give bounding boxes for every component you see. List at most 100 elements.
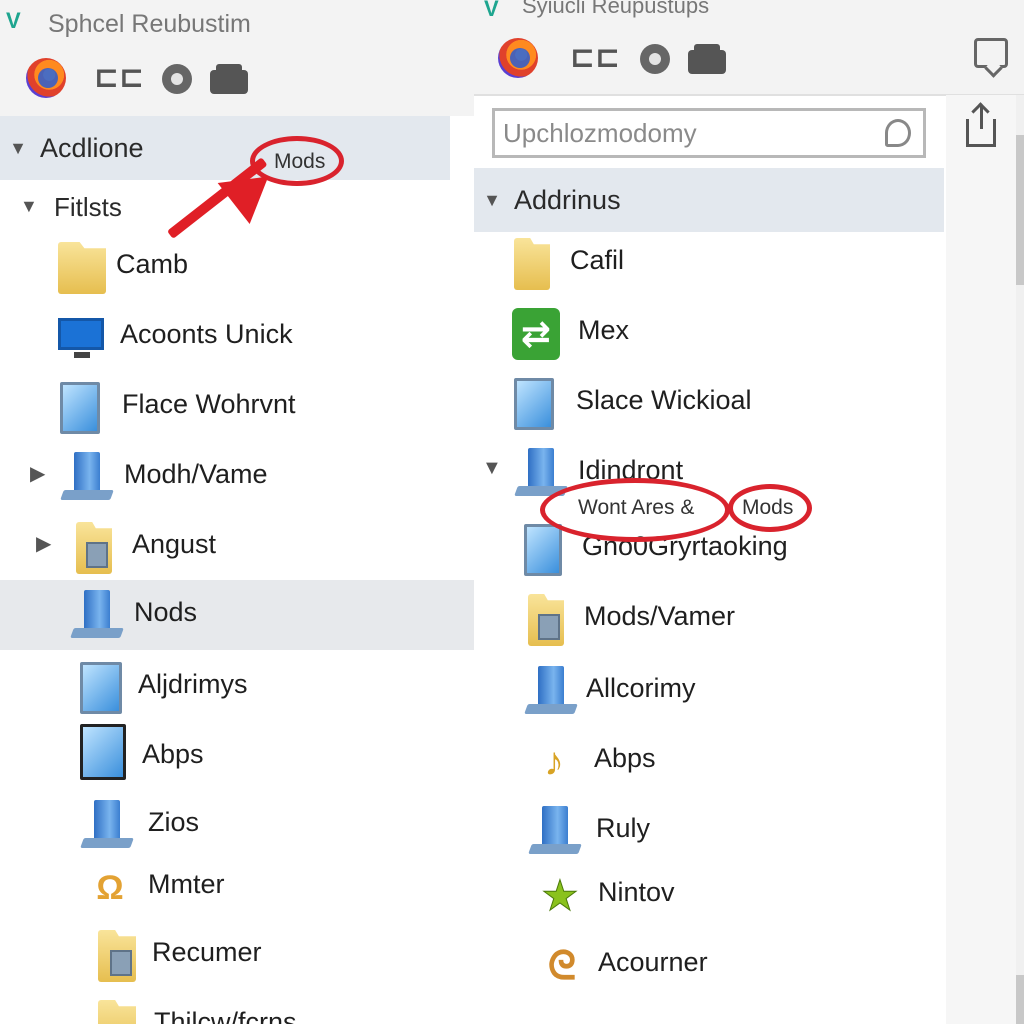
list-item-label: Acourner — [598, 947, 708, 977]
list-item[interactable]: Ω Mmter — [0, 852, 474, 922]
list-item[interactable]: Allcorimy — [474, 656, 944, 726]
folder-doc-icon — [528, 594, 564, 646]
annotation-label: Wont Ares & — [578, 496, 695, 519]
search-input[interactable] — [503, 117, 863, 149]
section-header[interactable]: ▼ Acdlione — [0, 116, 450, 180]
window-icon — [514, 378, 554, 430]
list-item[interactable]: Flace Wohrvnt — [0, 372, 474, 442]
share-icon[interactable] — [966, 105, 996, 147]
window-icon — [60, 382, 100, 434]
search-icon[interactable] — [885, 119, 911, 147]
list-item[interactable]: Acoonts Unick — [0, 302, 474, 372]
toolbar: ⊏⊏ — [0, 44, 474, 116]
folder-icon — [98, 1000, 136, 1024]
window-title: Sphcel Reubustim — [48, 10, 251, 38]
close-icon[interactable]: ✕ — [994, 0, 1014, 5]
app-logo-icon: V — [484, 0, 499, 21]
section-header-label: Acdlione — [40, 132, 144, 163]
left-window: V Sphcel Reubustim ⊏⊏ ▼ Acdlione ▼ Fitls… — [0, 0, 474, 1024]
search-box[interactable] — [492, 108, 926, 158]
folder-doc-icon — [76, 522, 112, 574]
firefox-icon[interactable] — [498, 38, 538, 78]
list-item-label: Slace Wickioal — [576, 385, 752, 415]
toolbar: ⊏⊏ — [474, 38, 1024, 96]
annotation-label: Mods — [274, 150, 326, 173]
group-caret-icon[interactable]: ▼ — [20, 196, 38, 217]
list-item[interactable]: Aljdrimys — [0, 652, 474, 722]
window-controls: — ▫ ✕ — [910, 0, 1014, 5]
list-item-label: Mmter — [148, 869, 225, 899]
list-item-label: Ruly — [596, 813, 651, 843]
tools-icon[interactable]: ⊏⊏ — [94, 58, 144, 98]
list-item[interactable]: Cafil — [474, 228, 944, 298]
expand-arrow-icon[interactable]: ▶ — [36, 531, 51, 556]
plugin-icon[interactable] — [688, 44, 726, 74]
list-item[interactable]: Thilcw/fcrns — [0, 990, 474, 1024]
chat-icon[interactable] — [974, 38, 1008, 68]
right-window: V Syiucli Reupustups — ▫ ✕ ⊏⊏ ▼ Addrinus… — [474, 0, 1024, 1024]
monitor-icon — [58, 312, 106, 364]
list-item[interactable]: Recumer — [0, 920, 474, 990]
list-item[interactable]: Slace Wickioal — [474, 368, 944, 438]
server-icon — [70, 590, 124, 642]
green-arrows-icon: ⇄ — [512, 308, 560, 360]
list-item[interactable]: ▶ Angust — [0, 512, 474, 582]
minimize-icon[interactable]: — — [910, 0, 932, 5]
side-panel — [946, 95, 1024, 1024]
collapse-caret-icon[interactable]: ▼ — [4, 138, 32, 159]
list-item-label: Abps — [142, 739, 204, 769]
folder-icon — [58, 242, 106, 294]
list-item-label: Mods/Vamer — [584, 601, 736, 631]
scrollbar-thumb[interactable] — [1016, 135, 1024, 285]
list-item[interactable]: ♪ Abps — [474, 726, 944, 796]
title-bar: V Sphcel Reubustim — [0, 0, 474, 44]
tools-icon[interactable]: ⊏⊏ — [570, 38, 620, 78]
list-item-label: Camb — [116, 249, 189, 279]
list-item[interactable]: ★ Nintov — [474, 860, 944, 930]
list-item-label: Flace Wohrvnt — [122, 389, 296, 419]
list-item-label: Nods — [134, 597, 198, 627]
server-icon — [524, 666, 578, 718]
plugin-icon[interactable] — [210, 64, 248, 94]
window-title: Syiucli Reupustups — [522, 0, 710, 18]
list-item[interactable]: ⇄ Mex — [474, 298, 944, 368]
scrollbar-thumb[interactable] — [1016, 975, 1024, 1024]
list-item-label: Mex — [578, 315, 630, 345]
list-item-label: Acoonts Unick — [120, 319, 293, 349]
server-icon — [528, 806, 582, 858]
list-item[interactable]: Mods/Vamer — [474, 584, 944, 654]
music-icon: ♪ — [544, 740, 564, 784]
gear-icon[interactable] — [162, 64, 192, 94]
section-header[interactable]: ▼ Addrinus — [474, 168, 944, 232]
window-icon — [80, 662, 122, 714]
title-bar: V Syiucli Reupustups — ▫ ✕ — [474, 0, 1024, 44]
folder-doc-icon — [98, 930, 136, 982]
annotation-label: Mods — [742, 496, 794, 519]
list-item[interactable]: Abps — [0, 722, 474, 792]
list-item[interactable]: Ruly — [474, 796, 944, 866]
folder-icon — [514, 238, 550, 290]
list-item-label: Cafil — [570, 245, 625, 275]
key-icon: Ω — [96, 869, 124, 907]
expand-arrow-icon[interactable]: ▶ — [30, 461, 45, 486]
list-item-label: Nintov — [598, 877, 675, 907]
list-item-label: Angust — [132, 529, 217, 559]
list-item[interactable]: ᘓ Acourner — [474, 930, 944, 1000]
scrollbar[interactable] — [1016, 95, 1024, 1024]
gear-icon[interactable] — [640, 44, 670, 74]
star-icon: ★ — [541, 872, 580, 920]
firefox-icon[interactable] — [26, 58, 66, 98]
wrench-icon: ᘓ — [547, 944, 577, 988]
list-item-selected[interactable]: Nods — [0, 580, 474, 650]
server-icon — [80, 800, 134, 852]
maximize-icon[interactable]: ▫ — [952, 0, 972, 5]
expand-arrow-icon[interactable]: ▼ — [482, 457, 502, 480]
window-icon — [524, 524, 562, 576]
group-label: Fitlsts — [54, 192, 122, 222]
collapse-caret-icon[interactable]: ▼ — [478, 190, 506, 211]
list-item[interactable]: Zios — [0, 790, 474, 860]
section-header-label: Addrinus — [514, 184, 621, 215]
list-item[interactable]: ▶ Modh/Vame — [0, 442, 474, 512]
toolbar-divider — [474, 94, 1024, 96]
list-item[interactable]: Camb — [0, 232, 474, 302]
